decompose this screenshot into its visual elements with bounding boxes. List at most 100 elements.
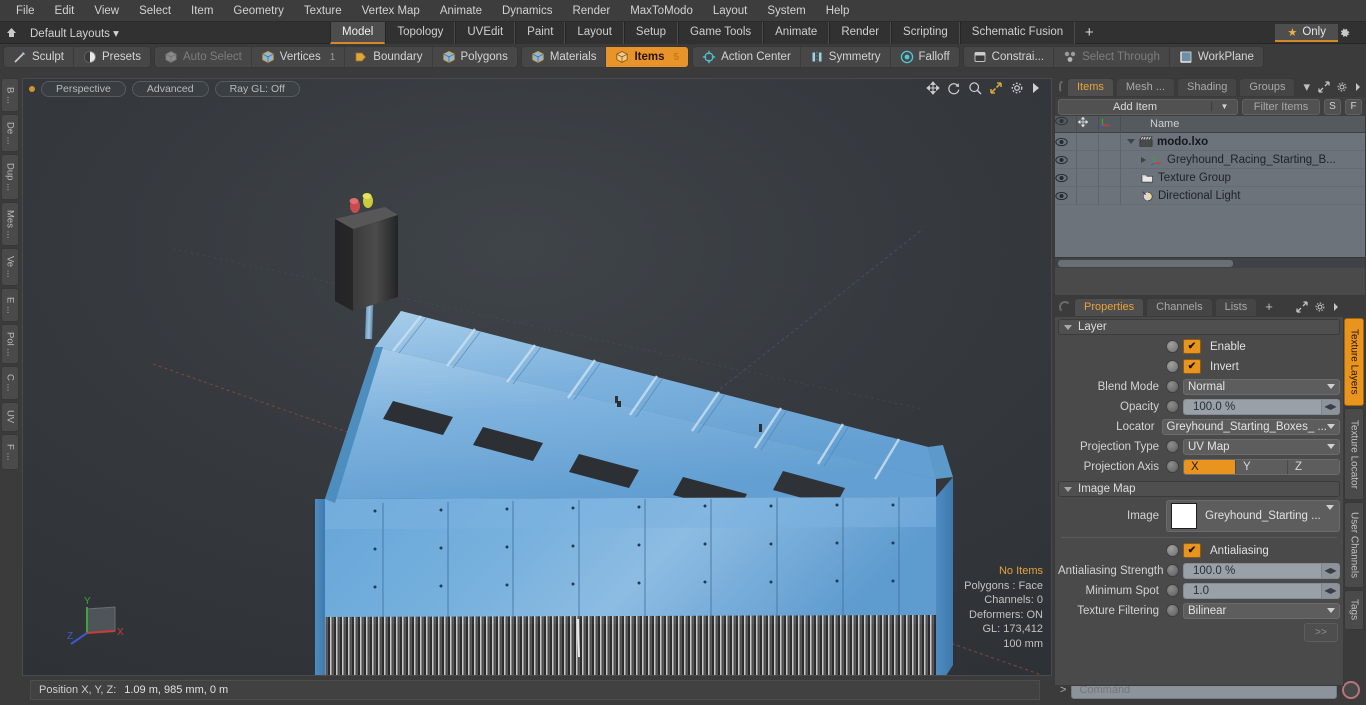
opacity-spinner[interactable]: ◀▶	[1321, 399, 1339, 414]
row-cell-axis[interactable]	[1099, 168, 1121, 187]
items-button[interactable]: Items 5	[606, 47, 689, 67]
left-tab-polygon[interactable]: Pol ...	[1, 324, 19, 364]
table-row[interactable]: Texture Group	[1055, 168, 1365, 187]
table-row[interactable]: modo.lxo	[1055, 132, 1365, 151]
tab-lists[interactable]: Lists	[1214, 298, 1258, 316]
panel-menu-icon[interactable]	[1059, 301, 1071, 313]
locator-dropdown[interactable]: Greyhound_Starting_Boxes_ ...	[1161, 418, 1340, 435]
home-icon[interactable]	[0, 23, 22, 43]
menu-item-animate[interactable]: Animate	[430, 1, 492, 21]
menu-item-layout[interactable]: Layout	[703, 1, 758, 21]
tab-items[interactable]: Items	[1066, 78, 1114, 96]
minimum-spot-field[interactable]: 1.0 ◀▶	[1183, 582, 1340, 599]
add-item-button[interactable]: Add Item ▼	[1058, 98, 1238, 115]
twirl-right-icon[interactable]	[1141, 156, 1146, 163]
3d-viewport[interactable]: Perspective Advanced Ray GL: Off Y X Z N…	[23, 79, 1051, 675]
menu-item-maxtomodo[interactable]: MaxToModo	[620, 1, 703, 21]
texture-filtering-dropdown[interactable]: Bilinear	[1183, 602, 1340, 619]
left-tab-deform[interactable]: De ...	[1, 114, 19, 152]
chevron-down-icon[interactable]: ▼	[1211, 102, 1237, 111]
gear-icon[interactable]	[1314, 301, 1326, 313]
table-row[interactable]: Directional Light	[1055, 186, 1365, 205]
projection-axis-y[interactable]: Y	[1236, 459, 1288, 474]
row-visibility-eye-icon[interactable]	[1055, 150, 1077, 169]
select-through-button[interactable]: Select Through	[1054, 47, 1170, 67]
antialiasing-strength-spinner[interactable]: ◀▶	[1321, 563, 1339, 578]
item-name-texture-group[interactable]: Texture Group	[1121, 172, 1365, 184]
action-center-button[interactable]: Action Center	[693, 47, 801, 67]
row-cell-move[interactable]	[1077, 186, 1099, 205]
maximize-icon[interactable]	[989, 81, 1003, 95]
left-tab-basic[interactable]: B ...	[1, 78, 19, 112]
polygons-button[interactable]: Polygons	[433, 47, 517, 67]
invert-checkbox[interactable]: ✔	[1183, 359, 1201, 374]
column-lock-move-icon[interactable]	[1077, 115, 1099, 133]
symmetry-button[interactable]: Symmetry	[801, 47, 891, 67]
workplane-button[interactable]: WorkPlane	[1170, 47, 1263, 67]
antialiasing-knob[interactable]	[1166, 544, 1179, 557]
tab-schematic-fusion[interactable]: Schematic Fusion	[959, 22, 1076, 44]
row-cell-move[interactable]	[1077, 132, 1099, 151]
tab-mesh[interactable]: Mesh ...	[1115, 78, 1176, 96]
zoom-icon[interactable]	[968, 81, 982, 95]
menu-item-system[interactable]: System	[757, 1, 815, 21]
filter-f-button[interactable]: F	[1345, 98, 1362, 115]
left-tab-uv[interactable]: UV	[1, 402, 19, 432]
materials-button[interactable]: Materials	[522, 47, 607, 67]
play-arrow-icon[interactable]	[1031, 81, 1045, 95]
tab-game-tools[interactable]: Game Tools	[677, 22, 764, 44]
left-tab-fusion[interactable]: F ...	[1, 434, 19, 470]
column-visibility-eye-icon[interactable]	[1055, 115, 1077, 133]
tab-shading[interactable]: Shading	[1177, 78, 1238, 96]
tab-uvedit[interactable]: UVEdit	[455, 22, 516, 44]
row-cell-axis[interactable]	[1099, 132, 1121, 151]
chevron-right-icon[interactable]	[1354, 81, 1362, 93]
image-dropdown[interactable]: Greyhound_Starting ...	[1166, 500, 1340, 532]
panel-menu-icon[interactable]	[1059, 81, 1064, 93]
item-name-directional-light[interactable]: Directional Light	[1121, 190, 1365, 202]
column-axis-icon[interactable]	[1099, 115, 1121, 133]
viewport-shading-button[interactable]: Advanced	[131, 81, 209, 97]
chevron-right-icon[interactable]	[1332, 301, 1340, 313]
row-visibility-eye-icon[interactable]	[1055, 168, 1077, 187]
projection-axis-x[interactable]: X	[1184, 459, 1236, 474]
menu-item-geometry[interactable]: Geometry	[223, 1, 294, 21]
left-tab-mesh[interactable]: Mes ...	[1, 202, 19, 246]
blend-mode-dropdown[interactable]: Normal	[1183, 378, 1340, 395]
tab-overflow-chevron-down-icon[interactable]: ▾	[1297, 78, 1316, 96]
expand-icon[interactable]	[1296, 301, 1308, 313]
enable-checkbox[interactable]: ✔	[1183, 339, 1201, 354]
invert-knob[interactable]	[1166, 360, 1179, 373]
left-tab-edge[interactable]: E ...	[1, 288, 19, 322]
row-visibility-eye-icon[interactable]	[1055, 132, 1077, 151]
tab-channels[interactable]: Channels	[1146, 298, 1213, 316]
move-icon[interactable]	[926, 81, 940, 95]
tab-setup[interactable]: Setup	[623, 22, 678, 44]
item-name-mesh[interactable]: Greyhound_Racing_Starting_B...	[1121, 154, 1365, 166]
row-visibility-eye-icon[interactable]	[1055, 186, 1077, 205]
left-tab-duplicate[interactable]: Dup ...	[1, 154, 19, 200]
items-tree-empty-area[interactable]	[1055, 205, 1365, 241]
only-toggle-button[interactable]: ★ Only	[1275, 24, 1338, 42]
row-cell-axis[interactable]	[1099, 150, 1121, 169]
tab-add-button[interactable]: +	[1259, 298, 1279, 316]
auto-select-button[interactable]: Auto Select	[155, 47, 252, 67]
item-name-scene[interactable]: modo.lxo	[1121, 136, 1365, 148]
menu-item-item[interactable]: Item	[181, 1, 223, 21]
menu-item-render[interactable]: Render	[562, 1, 620, 21]
tab-properties[interactable]: Properties	[1074, 298, 1145, 316]
menu-item-view[interactable]: View	[84, 1, 129, 21]
antialiasing-checkbox[interactable]: ✔	[1183, 543, 1201, 558]
section-header-image-map[interactable]: Image Map	[1058, 481, 1340, 497]
enable-knob[interactable]	[1166, 340, 1179, 353]
constraint-button[interactable]: Constrai...	[964, 47, 1055, 67]
gear-icon[interactable]	[1010, 81, 1024, 95]
viewport-view-mode-button[interactable]: Perspective	[41, 81, 126, 97]
menu-item-dynamics[interactable]: Dynamics	[492, 1, 562, 21]
menu-item-select[interactable]: Select	[129, 1, 181, 21]
left-tab-curve[interactable]: C ...	[1, 366, 19, 400]
antialiasing-strength-knob[interactable]	[1166, 564, 1179, 577]
blend-mode-knob[interactable]	[1166, 380, 1179, 393]
opacity-field[interactable]: 100.0 % ◀▶	[1183, 398, 1340, 415]
menu-item-edit[interactable]: Edit	[45, 1, 85, 21]
